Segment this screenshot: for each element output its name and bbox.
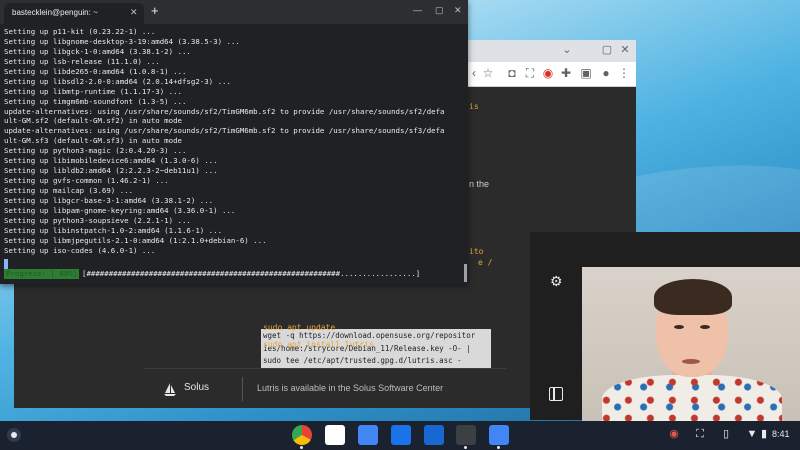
sidepanel-icon[interactable]: ▣: [578, 65, 594, 81]
terminal-line: Setting up lsb-release (11.1.0) ...: [4, 56, 160, 66]
terminal-output[interactable]: Setting up p11-kit (0.23.22-1) ... Setti…: [4, 27, 464, 256]
webcam-feed: [582, 267, 800, 423]
solus-section: Solus Lutris is available in the Solus S…: [144, 368, 506, 409]
camera-ext-icon[interactable]: ◘: [504, 65, 520, 81]
webcam-person-hair: [654, 279, 732, 315]
record-ext-icon[interactable]: ◉: [540, 65, 556, 81]
solus-logo-icon: [164, 383, 176, 396]
webcam-person-eye: [700, 325, 710, 329]
close-icon[interactable]: ✕: [454, 5, 462, 16]
command-update[interactable]: sudo apt update: [263, 323, 335, 332]
solus-availability-text: Lutris is available in the Solus Softwar…: [257, 383, 444, 393]
terminal-cursor: [4, 259, 8, 269]
progress-label: Progress: [ 88%]: [4, 269, 80, 279]
text-fragment: is: [469, 102, 479, 111]
terminal-line: Setting up python3-soupsieve (2.2.1-1) .…: [4, 215, 191, 225]
progress-row: Progress: [ 88%] [######################…: [4, 269, 464, 280]
running-indicator: [464, 446, 467, 449]
gear-icon[interactable]: ⚙: [550, 273, 563, 290]
terminal-line: Setting up libimobiledevice6:amd64 (1.3.…: [4, 156, 218, 166]
clock[interactable]: 8:41: [772, 429, 790, 439]
camera-icon[interactable]: [489, 425, 509, 445]
text-fragment: e /: [478, 258, 493, 267]
terminal-scrollbar[interactable]: [464, 264, 467, 282]
maximize-icon[interactable]: ▢: [435, 5, 444, 16]
gmail-icon[interactable]: [325, 425, 345, 445]
running-indicator: [497, 446, 500, 449]
terminal-line: Setting up libmtp-runtime (1.1.17-3) ...: [4, 86, 182, 96]
shelf: ◉ ⛶ ▯ ▼ ▮ 8:41: [0, 421, 800, 450]
terminal-line: ult-GM.sf3 (default-GM.sf3) in auto mode: [4, 136, 182, 146]
terminal-line: Setting up libgck-1-0:amd64 (3.38.1-2) .…: [4, 46, 191, 56]
terminal-icon[interactable]: [456, 425, 476, 445]
star-icon[interactable]: ☆: [480, 65, 496, 81]
terminal-line: Setting up libldb2:amd64 (2:2.2.3-2~deb1…: [4, 166, 218, 176]
terminal-line: Setting up timgm6mb-soundfont (1.3-5) ..…: [4, 96, 187, 106]
terminal-line: Setting up p11-kit (0.23.22-1) ...: [4, 27, 156, 36]
progress-bar: [#######################################…: [82, 269, 421, 278]
running-indicator: [300, 446, 303, 449]
extensions-icon[interactable]: ✚: [558, 65, 574, 81]
terminal-line: Setting up libde265-0:amd64 (1.0.8-1) ..…: [4, 66, 187, 76]
docs-icon[interactable]: [358, 425, 378, 445]
terminal-tab-title: bastecklein@penguin: ~: [12, 8, 98, 17]
terminal-line: update-alternatives: using /usr/share/so…: [4, 106, 445, 116]
terminal-line: Setting up libmjpegutils-2.1-0:amd64 (1:…: [4, 235, 267, 245]
terminal-line: Setting up libinstpatch-1.0-2:amd64 (1.1…: [4, 225, 223, 235]
terminal-line: ult-GM.sf2 (default-GM.sf2) in auto mode: [4, 116, 182, 126]
terminal-tab[interactable]: bastecklein@penguin: ~ ✕: [4, 3, 144, 24]
new-tab-button[interactable]: +: [151, 4, 159, 18]
minimize-icon[interactable]: —: [413, 5, 422, 15]
sidebar-toggle-icon[interactable]: [549, 387, 563, 401]
terminal-line: Setting up python3-magic (2:0.4.20-3) ..…: [4, 146, 187, 156]
text-fragment: n the: [469, 179, 490, 189]
terminal-line: Setting up libsdl2-2.0-0:amd64 (2.0.14+d…: [4, 76, 231, 86]
code-line: sudo tee /etc/apt/trusted.gpg.d/lutris.a…: [263, 356, 462, 365]
screen-record-icon[interactable]: ◉: [667, 427, 681, 441]
chrome-icon[interactable]: [292, 425, 312, 445]
solus-name[interactable]: Solus: [184, 382, 209, 393]
profile-icon[interactable]: ●: [598, 65, 614, 81]
terminal-line: Setting up libgnome-desktop-3-19:amd64 (…: [4, 36, 240, 46]
close-icon[interactable]: ✕: [618, 43, 632, 57]
close-tab-icon[interactable]: ✕: [130, 7, 138, 18]
divider: [242, 377, 243, 401]
files-icon[interactable]: [391, 425, 411, 445]
webcam-person-eye: [674, 325, 684, 329]
menu-icon[interactable]: ⋮: [616, 65, 632, 81]
screenshot-icon[interactable]: ⛶: [693, 427, 707, 441]
webcam-person-shirt: [602, 375, 782, 423]
calendar-icon[interactable]: [424, 425, 444, 445]
terminal-line: update-alternatives: using /usr/share/so…: [4, 126, 445, 136]
terminal-tabbar[interactable]: bastecklein@penguin: ~ ✕ + — ▢ ✕: [0, 0, 468, 24]
terminal-line: Setting up libgcr-base-3-1:amd64 (3.38.1…: [4, 195, 214, 205]
terminal-line: Setting up libpam-gnome-keyring:amd64 (3…: [4, 205, 236, 215]
terminal-window[interactable]: bastecklein@penguin: ~ ✕ + — ▢ ✕ Setting…: [0, 0, 468, 284]
dropdown-icon[interactable]: ⌄: [560, 43, 574, 57]
command-install[interactable]: sudo apt install lutris: [263, 340, 374, 349]
battery-icon[interactable]: ▮: [757, 427, 771, 441]
phone-hub-icon[interactable]: ▯: [719, 427, 733, 441]
terminal-line: Setting up gvfs-common (1.46.2-1) ...: [4, 176, 169, 186]
webcam-person-mouth: [682, 359, 700, 364]
maximize-icon[interactable]: ▢: [600, 43, 614, 57]
text-fragment: ito: [469, 247, 484, 256]
terminal-line: Setting up mailcap (3.69) ...: [4, 186, 134, 195]
screenshot-ext-icon[interactable]: ⛶: [522, 65, 538, 81]
launcher-icon[interactable]: [7, 428, 21, 442]
terminal-line: Setting up iso-codes (4.6.0-1) ...: [4, 245, 156, 255]
